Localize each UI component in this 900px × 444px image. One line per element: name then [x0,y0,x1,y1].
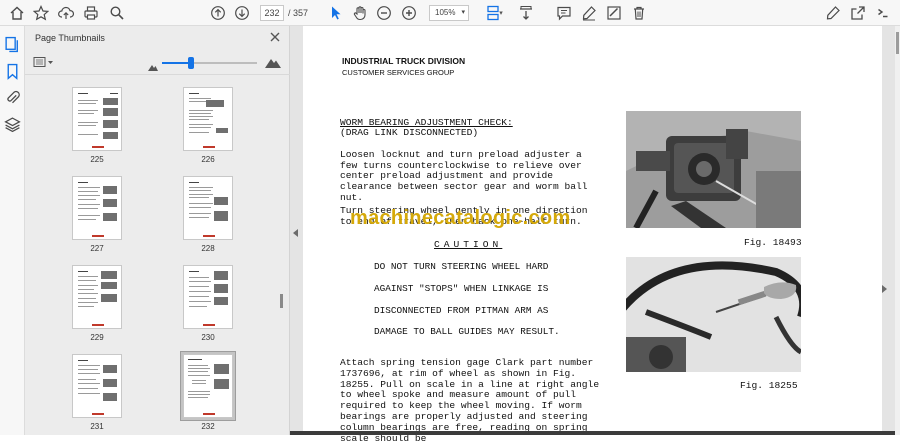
comment-icon[interactable] [554,3,574,23]
thumbnail-page-231[interactable]: 231 [72,354,124,431]
chevron-down-icon: ▾ [461,9,465,16]
thumbnail-page-226[interactable]: 226 [183,87,235,164]
thumbnail-page-228[interactable]: 228 [183,176,235,253]
thumbnail-image [72,176,122,240]
thumbnail-image [183,87,233,151]
thumbnail-size-slider[interactable] [162,57,257,69]
page-thumbnails-icon[interactable] [4,36,21,53]
document-vertical-scrollbar[interactable] [895,26,900,435]
paragraph-loosen-locknut: Loosen locknut and turn preload adjuster… [340,149,588,203]
bookmark-star-icon[interactable] [31,3,51,23]
previous-page-icon[interactable] [208,3,228,23]
caution-line: DO NOT TURN STEERING WHEEL HARD [374,261,549,272]
next-page-icon[interactable] [232,3,252,23]
main-toolbar: 232 / 357 105% ▾ ▾ [0,0,900,26]
thumbnail-page-number: 231 [90,422,104,431]
thumbnail-image [183,176,233,240]
pdf-page: INDUSTRIAL TRUCK DIVISION CUSTOMER SERVI… [303,26,882,444]
zoom-level-select[interactable]: 105% ▾ [429,5,469,21]
thumbnail-page-229[interactable]: 229 [72,265,124,342]
highlight-pen-icon[interactable] [579,3,599,23]
thumbnail-image [72,87,122,151]
panel-title: Page Thumbnails [35,33,105,43]
page-thumbnails-panel: Page Thumbnails 225 226 227 228 229 230 … [25,26,290,435]
thumbnail-image [183,265,233,329]
thumbnail-page-number: 225 [90,155,104,164]
document-header-group: CUSTOMER SERVICES GROUP [342,68,455,77]
thumbnail-page-number: 229 [90,333,104,342]
figure-caption-18493: Fig. 18493 [744,237,802,248]
panel-tools [25,51,290,75]
home-icon[interactable] [7,3,27,23]
page-number-input[interactable]: 232 [260,5,284,21]
photo-steering-wheel-gage [626,257,801,372]
document-viewport: INDUSTRIAL TRUCK DIVISION CUSTOMER SERVI… [290,26,900,444]
select-cursor-icon[interactable] [326,3,346,23]
photo-steering-gear [626,111,801,228]
watermark-text: machinecatalogic.com [350,207,571,229]
thumbnail-page-number: 232 [201,422,215,431]
delete-icon[interactable] [629,3,649,23]
print-icon[interactable] [81,3,101,23]
document-header-division: INDUSTRIAL TRUCK DIVISION [342,56,466,66]
layers-icon[interactable] [4,116,21,133]
expand-panel-right-icon[interactable] [881,280,887,293]
draw-freeform-icon[interactable] [604,3,624,23]
thumbnail-size-large-icon[interactable] [265,55,281,68]
close-icon[interactable] [268,30,282,44]
fit-options-chevron-icon[interactable]: ▾ [497,3,505,23]
more-tools-icon[interactable] [873,3,893,23]
bookmarks-icon[interactable] [4,63,21,80]
panel-header: Page Thumbnails [25,26,290,51]
scrollbar-thumb[interactable] [896,32,899,54]
horizontal-scrollbar[interactable] [290,431,895,435]
caution-heading: CAUTION [434,239,503,250]
caution-line: AGAINST "STOPS" WHEN LINKAGE IS [374,283,549,294]
edit-sign-icon[interactable] [823,3,843,23]
thumbnail-page-number: 226 [201,155,215,164]
figure-caption-18255: Fig. 18255 [740,380,798,391]
thumbnail-page-number: 227 [90,244,104,253]
thumbnail-options-icon[interactable] [33,56,55,69]
thumbnail-page-232[interactable]: 232 [180,351,236,431]
thumbnail-image [183,354,233,418]
hand-tool-icon[interactable] [350,3,370,23]
zoom-out-icon[interactable] [374,3,394,23]
page-total-label: / 357 [288,8,309,18]
navigation-rail [0,26,25,435]
thumbnail-size-small-icon[interactable] [148,58,158,71]
slider-handle[interactable] [188,57,194,69]
thumbnail-page-225[interactable]: 225 [72,87,124,164]
collapse-panel-left-icon[interactable] [293,224,299,237]
caution-line: DISCONNECTED FROM PITMAN ARM AS [374,305,549,316]
share-icon[interactable] [848,3,868,23]
thumbnail-image [72,265,122,329]
thumbnail-list: 225 226 227 228 229 230 231 232 [25,76,283,435]
section-subtitle: (DRAG LINK DISCONNECTED) [340,127,479,138]
slider-fill [162,62,191,64]
zoom-in-icon[interactable] [399,3,419,23]
thumbnail-page-227[interactable]: 227 [72,176,124,253]
thumbnail-page-number: 230 [201,333,215,342]
zoom-level-value: 105% [435,8,456,17]
find-icon[interactable] [107,3,127,23]
attachments-icon[interactable] [4,89,21,106]
thumbnail-page-number: 228 [201,244,215,253]
cloud-upload-icon[interactable] [56,3,76,23]
thumbnail-image [72,354,122,418]
panel-scrollbar[interactable] [280,294,283,308]
scroll-mode-icon[interactable] [516,3,536,23]
thumbnail-page-230[interactable]: 230 [183,265,235,342]
caution-line: DAMAGE TO BALL GUIDES MAY RESULT. [374,326,560,337]
